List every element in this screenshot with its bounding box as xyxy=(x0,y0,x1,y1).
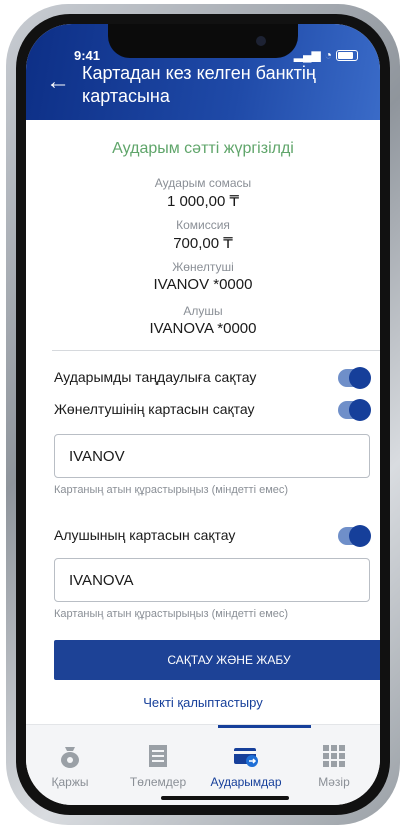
sender-hint: Картаның атын құрастырыңыз (міндетті еме… xyxy=(54,484,289,496)
sender-label: Жөнелтуші xyxy=(172,260,234,274)
tab-payments[interactable]: Төлемдер xyxy=(114,743,202,789)
transfer-card-icon xyxy=(233,743,259,769)
camera-icon xyxy=(256,36,266,46)
sender-value: IVANOV *0000 xyxy=(153,276,253,293)
phone-frame: 9:41 ▂▄▆ ◔ ← Картадан кез келген банктің… xyxy=(6,4,400,825)
signal-icon: ▂▄▆ xyxy=(293,48,321,62)
battery-icon xyxy=(336,49,358,61)
commission-value: 700,00 ₸ xyxy=(173,235,233,252)
receipt-link[interactable]: Чекті қалыптастыру xyxy=(26,695,380,710)
tab-finance-label: Қаржы xyxy=(51,775,89,789)
tab-menu-label: Мәзір xyxy=(318,775,350,789)
receiver-card-name-value: IVANOVA xyxy=(69,572,134,589)
tab-finance[interactable]: Қаржы xyxy=(26,743,114,789)
phone-bezel: 9:41 ▂▄▆ ◔ ← Картадан кез келген банктің… xyxy=(16,14,390,815)
status-time: 9:41 xyxy=(74,48,101,63)
screen: 9:41 ▂▄▆ ◔ ← Картадан кез келген банктің… xyxy=(26,24,380,805)
sender-card-name-value: IVANOV xyxy=(69,448,125,465)
tab-bar: Қаржы Төлемдер Аударымдар Мәзір xyxy=(26,724,380,805)
success-message: Аударым сәтті жүргізілді xyxy=(112,140,294,157)
save-sender-label: Жөнелтушінің картасын сақтау xyxy=(54,401,255,417)
status-icons: ▂▄▆ ◔ xyxy=(294,48,358,62)
save-favorite-label: Аударымды таңдаулыға сақтау xyxy=(54,369,257,385)
save-close-button[interactable]: САҚТАУ ЖӘНЕ ЖАБУ xyxy=(54,640,380,680)
wifi-icon: ◔ xyxy=(324,48,332,62)
tab-transfers[interactable]: Аударымдар xyxy=(202,743,290,789)
tab-transfers-label: Аударымдар xyxy=(210,775,282,789)
save-favorite-row: Аударымды таңдаулыға сақтау xyxy=(54,366,371,390)
sender-card-name-field[interactable]: IVANOV xyxy=(54,434,370,478)
page-title: Картадан кез келген банктің картасына xyxy=(82,63,316,106)
money-bag-icon xyxy=(57,743,83,769)
save-sender-toggle[interactable] xyxy=(338,399,371,421)
menu-grid-icon xyxy=(321,743,347,769)
tab-payments-label: Төлемдер xyxy=(129,775,187,789)
save-receiver-toggle[interactable] xyxy=(338,525,371,547)
receiver-value: IVANOVA *0000 xyxy=(149,320,257,337)
divider xyxy=(52,350,380,351)
save-favorite-toggle[interactable] xyxy=(338,367,371,389)
commission-label: Комиссия xyxy=(176,218,230,232)
receiver-hint: Картаның атын құрастырыңыз (міндетті еме… xyxy=(54,608,289,620)
amount-label: Аударым сомасы xyxy=(154,176,252,190)
amount-value: 1 000,00 ₸ xyxy=(166,193,240,210)
receiver-card-name-field[interactable]: IVANOVA xyxy=(54,558,370,602)
home-indicator xyxy=(161,796,289,800)
save-receiver-row: Алушының картасын сақтау xyxy=(54,524,371,548)
tab-menu[interactable]: Мәзір xyxy=(290,743,378,789)
notch xyxy=(108,24,298,58)
receiver-label: Алушы xyxy=(183,304,223,318)
back-arrow-icon[interactable]: ← xyxy=(46,70,70,94)
active-tab-indicator xyxy=(218,725,311,728)
save-receiver-label: Алушының картасын сақтау xyxy=(54,527,236,543)
payments-icon xyxy=(145,743,171,769)
save-sender-row: Жөнелтушінің картасын сақтау xyxy=(54,398,371,422)
